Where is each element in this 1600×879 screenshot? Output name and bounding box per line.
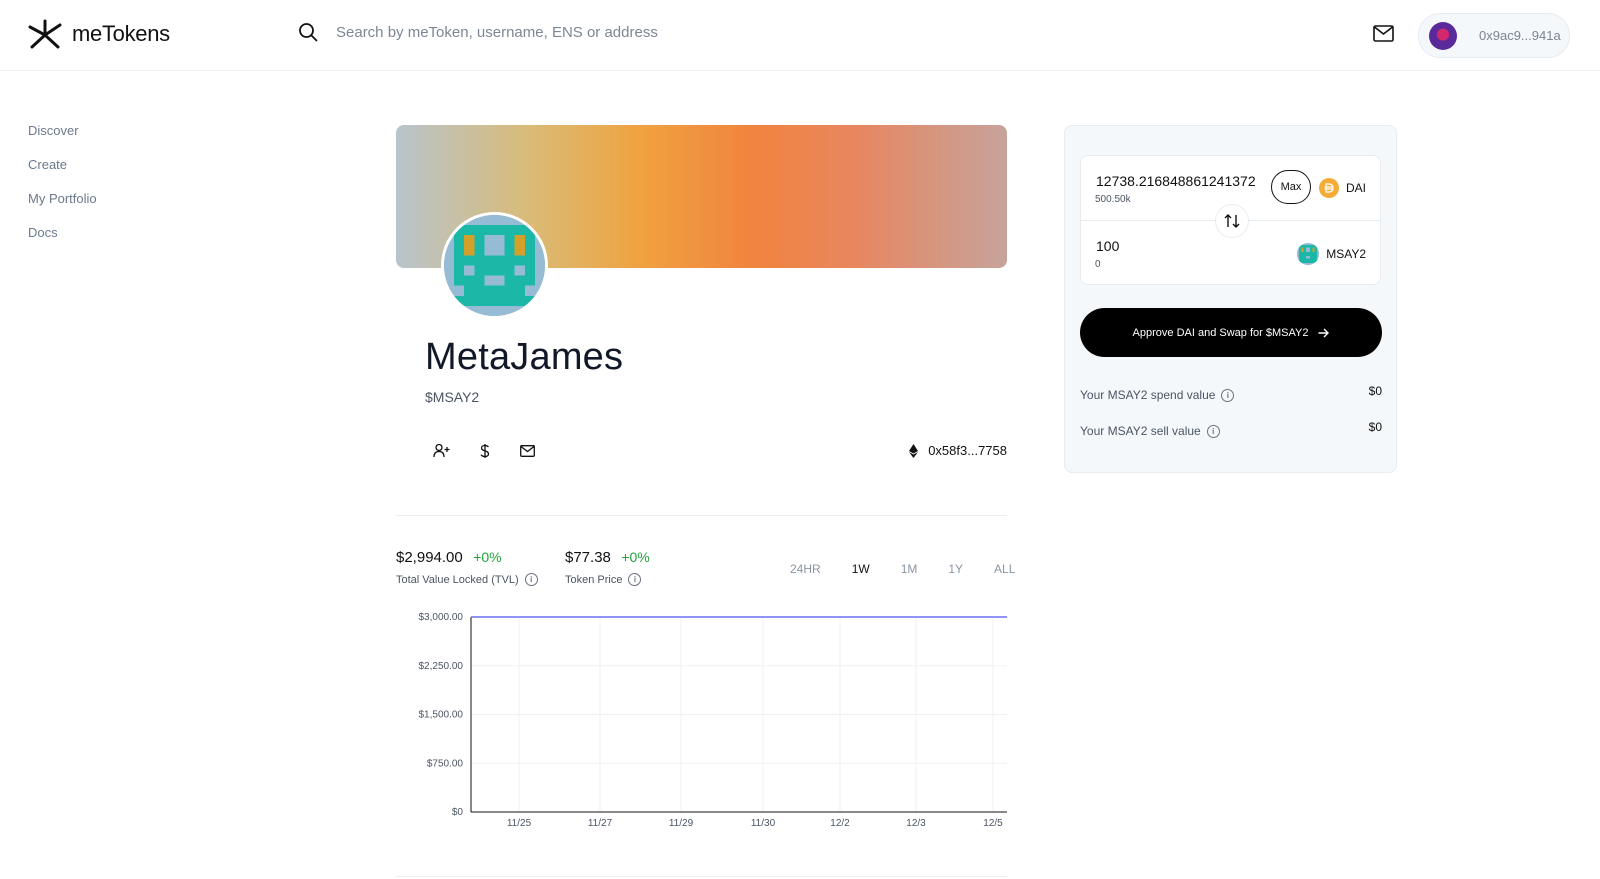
wallet-avatar (1429, 21, 1457, 50)
range-all[interactable]: ALL (994, 562, 1015, 576)
max-button[interactable]: Max (1271, 170, 1311, 204)
sell-value-row: Your MSAY2 sell value i $0 (1080, 420, 1382, 438)
ethereum-icon (909, 443, 919, 458)
x-tick-label: 12/3 (906, 818, 926, 829)
mail-icon (1373, 25, 1394, 42)
swap-to-token-label: MSAY2 (1326, 247, 1366, 261)
time-range-selector: 24HR 1W 1M 1Y ALL (790, 562, 1015, 576)
approve-swap-label: Approve DAI and Swap for $MSAY2 (1132, 326, 1309, 339)
swap-panel: 12738.216848861241372 500.50k Max DAI 10… (1064, 125, 1397, 473)
y-tick-label: $1,500.00 (419, 710, 464, 721)
range-1w[interactable]: 1W (852, 562, 870, 576)
sidebar-item-my-portfolio[interactable]: My Portfolio (28, 192, 97, 226)
sidebar-nav: Discover Create My Portfolio Docs (28, 124, 97, 260)
swap-from-balance: 500.50k (1095, 194, 1131, 205)
search-bar (298, 22, 856, 42)
top-header: meTokens 0x9ac9...941a (0, 0, 1600, 71)
sell-value: $0 (1368, 420, 1382, 434)
profile-actions (432, 441, 537, 460)
dai-icon (1318, 178, 1339, 198)
add-user-icon (433, 443, 450, 458)
spend-value-label: Your MSAY2 spend value (1080, 388, 1216, 402)
x-tick-label: 11/25 (507, 818, 532, 829)
brand-logo[interactable]: meTokens (28, 19, 170, 49)
message-button[interactable] (518, 441, 537, 460)
follow-button[interactable] (432, 441, 451, 460)
messages-button[interactable] (1373, 25, 1394, 47)
range-1m[interactable]: 1M (901, 562, 918, 576)
section-divider (396, 876, 1007, 877)
y-tick-label: $2,250.00 (419, 661, 464, 672)
tvl-label: Total Value Locked (TVL) (396, 573, 519, 586)
spend-value: $0 (1368, 384, 1382, 398)
search-input[interactable] (336, 23, 856, 41)
x-tick-label: 11/29 (669, 818, 694, 829)
profile-ticker: $MSAY2 (425, 389, 480, 405)
swap-from-token[interactable]: DAI (1318, 178, 1366, 198)
arrow-right-icon (1318, 328, 1330, 337)
wallet-address: 0x9ac9...941a (1479, 28, 1561, 43)
x-tick-label: 11/30 (751, 818, 776, 829)
wallet-button[interactable]: 0x9ac9...941a (1418, 13, 1570, 58)
swap-to-balance: 0 (1095, 259, 1101, 270)
y-tick-label: $750.00 (427, 758, 464, 769)
metokens-logo-icon (28, 19, 62, 49)
swap-box: 12738.216848861241372 500.50k Max DAI 10… (1080, 155, 1381, 285)
sidebar-item-docs[interactable]: Docs (28, 226, 97, 260)
token-price-value: $77.38 (565, 549, 611, 566)
swap-direction-button[interactable] (1215, 204, 1249, 238)
mail-icon (520, 444, 535, 457)
buy-button[interactable] (475, 441, 494, 460)
sidebar-item-create[interactable]: Create (28, 158, 97, 192)
section-divider (396, 515, 1007, 516)
info-icon[interactable]: i (1221, 388, 1235, 402)
tvl-change: +0% (473, 549, 502, 565)
info-icon[interactable]: i (524, 573, 538, 586)
spend-value-row: Your MSAY2 spend value i $0 (1080, 384, 1382, 402)
swap-to-amount[interactable]: 100 (1096, 238, 1119, 254)
y-tick-label: $0 (452, 807, 464, 818)
tvl-value: $2,994.00 (396, 549, 463, 566)
sidebar-item-discover[interactable]: Discover (28, 124, 97, 158)
swap-from-amount[interactable]: 12738.216848861241372 (1096, 173, 1256, 189)
profile-avatar (441, 212, 548, 319)
info-icon[interactable]: i (1206, 424, 1220, 438)
token-price-change: +0% (621, 549, 650, 565)
dollar-icon (480, 443, 489, 458)
contract-address[interactable]: 0x58f3...7758 (909, 443, 1007, 458)
swap-to-token[interactable]: MSAY2 (1297, 243, 1366, 265)
swap-arrows-icon (1224, 214, 1240, 228)
range-24hr[interactable]: 24HR (790, 562, 821, 576)
range-1y[interactable]: 1Y (948, 562, 963, 576)
y-tick-label: $3,000.00 (419, 612, 464, 623)
sell-value-label: Your MSAY2 sell value (1080, 424, 1201, 438)
search-icon[interactable] (298, 22, 318, 42)
price-chart: $0 $750.00 $1,500.00 $2,250.00 $3,000.00 11/2… (419, 612, 1007, 829)
tvl-stat: $2,994.00 +0% Total Value Locked (TVL) i (396, 549, 538, 586)
contract-address-text: 0x58f3...7758 (928, 443, 1007, 458)
brand-name: meTokens (72, 21, 170, 46)
swap-from-token-label: DAI (1345, 181, 1366, 195)
msay2-token-icon (1297, 243, 1320, 265)
info-icon[interactable]: i (628, 573, 642, 586)
profile-name: MetaJames (425, 336, 624, 378)
token-price-label: Token Price (565, 573, 623, 586)
x-tick-label: 11/27 (588, 818, 613, 829)
token-price-stat: $77.38 +0% Token Price i (565, 549, 650, 586)
x-tick-label: 12/2 (830, 818, 850, 829)
approve-swap-button[interactable]: Approve DAI and Swap for $MSAY2 (1080, 308, 1382, 357)
x-tick-label: 12/5 (983, 818, 1003, 829)
